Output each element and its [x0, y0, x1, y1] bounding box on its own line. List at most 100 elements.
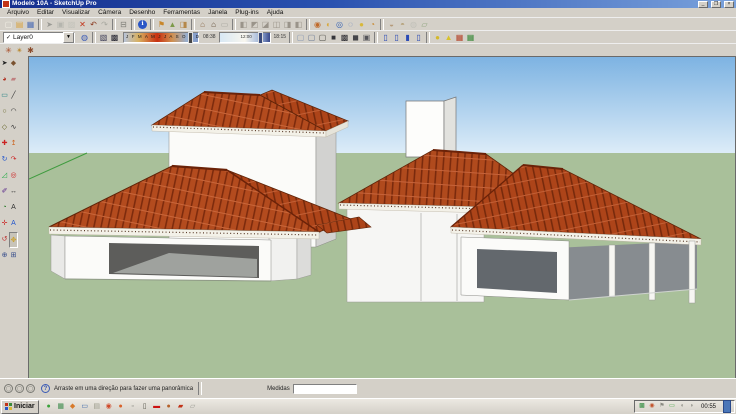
scale-tool-icon[interactable]: ◿	[0, 168, 9, 184]
layer-dropdown[interactable]: ✓ Layer0 ▼	[3, 31, 75, 43]
zoom-extents-icon[interactable]: ●	[356, 19, 367, 30]
safely-remove-icon[interactable]: ◖	[678, 402, 686, 411]
gpu-tray-icon[interactable]: ▩	[638, 402, 646, 411]
small-app-icon[interactable]: ▫	[128, 402, 138, 412]
wireframe-style-icon[interactable]: ▢	[306, 32, 317, 43]
sandbox-from-scratch-icon[interactable]: ✴	[14, 45, 25, 56]
section-outline-toggle-icon[interactable]: ▯	[413, 32, 424, 43]
menu-item-ferramentas[interactable]: Ferramentas	[159, 8, 204, 17]
right-view-icon[interactable]: ◫	[271, 19, 282, 30]
rotate-tool-icon[interactable]: ↻	[0, 152, 9, 168]
section-fill-toggle-icon[interactable]: ▮	[402, 32, 413, 43]
arc-tool-icon[interactable]: ◠	[9, 104, 18, 120]
left-view-icon[interactable]: ◧	[293, 19, 304, 30]
previous-view-icon[interactable]: ⌂	[197, 19, 208, 30]
save-icon[interactable]: ▦	[25, 19, 36, 30]
chrome-tray-icon[interactable]: ◉	[648, 402, 656, 411]
claim-credit-icon[interactable]: ◯	[26, 384, 35, 393]
section-plane-icon[interactable]: ▱	[419, 19, 430, 30]
paint-bucket-tool-icon[interactable]: ◕	[0, 72, 9, 88]
sandbox-from-contours-icon[interactable]: ✳	[3, 45, 14, 56]
move-tool-icon[interactable]: ✚	[0, 136, 9, 152]
xray-style-icon[interactable]: ▢	[295, 32, 306, 43]
zoom-icon[interactable]: ◎	[334, 19, 345, 30]
smoove-icon[interactable]: ✱	[25, 45, 36, 56]
explorer-folder-icon[interactable]: ▤	[92, 402, 102, 412]
chevron-down-icon[interactable]: ▼	[63, 31, 74, 43]
shadows-toggle-icon[interactable]: ●	[432, 32, 443, 43]
orbit-icon[interactable]: ◉	[312, 19, 323, 30]
undo-icon[interactable]: ↶	[88, 19, 99, 30]
shaded-style-icon[interactable]: ■	[328, 32, 339, 43]
previous-camera-icon[interactable]: ◔	[367, 19, 378, 30]
shadow-date-slider[interactable]: J F M A M J J A S O N D	[123, 31, 199, 44]
menu-item-plugins[interactable]: Plug-ins	[231, 8, 262, 17]
shadow-toggle-icon[interactable]: ▩	[109, 32, 120, 43]
print-icon[interactable]: ⊟	[118, 19, 129, 30]
select-tool-icon[interactable]: ➤	[0, 56, 9, 72]
pan-tool-icon[interactable]: ✥	[9, 232, 18, 248]
media-player-icon[interactable]: ●	[44, 402, 54, 412]
select-arrow-icon[interactable]: ➤	[44, 19, 55, 30]
copy-icon[interactable]: ▣	[55, 19, 66, 30]
new-file-icon[interactable]: ▢	[3, 19, 14, 30]
push-pull-tool-icon[interactable]: ↥	[9, 136, 18, 152]
walk-icon[interactable]: ◍	[408, 19, 419, 30]
hidden-line-style-icon[interactable]: ▢	[317, 32, 328, 43]
volume-icon[interactable]: ◗	[688, 402, 696, 411]
rectangle-tool-icon[interactable]: ▭	[0, 88, 9, 104]
freehand-tool-icon[interactable]: ∿	[9, 120, 18, 136]
tape-measure-tool-icon[interactable]: ✐	[0, 184, 9, 200]
my-computer-icon[interactable]: ▭	[80, 402, 90, 412]
colors-palette-icon[interactable]: ▦	[465, 32, 476, 43]
flag-tray-icon[interactable]: ⚑	[658, 402, 666, 411]
home-view-icon[interactable]: ⌂	[208, 19, 219, 30]
iso-view-icon[interactable]: ◧	[238, 19, 249, 30]
open-folder-icon[interactable]: ▤	[14, 19, 25, 30]
orbit-tool-icon[interactable]: ↺	[0, 232, 9, 248]
fog-toggle-icon[interactable]: ▲	[443, 32, 454, 43]
spreadsheet-icon[interactable]: ▦	[56, 402, 66, 412]
dimension-tool-icon[interactable]: ↔	[9, 184, 18, 200]
scene-icon[interactable]: ▭	[219, 19, 230, 30]
polygon-tool-icon[interactable]: ◇	[0, 120, 9, 136]
display-tray-icon[interactable]: ▭	[668, 402, 676, 411]
credits-icon[interactable]: ◯	[15, 384, 24, 393]
zoom-tool-icon[interactable]: ⊕	[0, 248, 9, 264]
firefox-icon[interactable]: ●	[164, 402, 174, 412]
shadow-time-slider[interactable]: 12:00	[218, 31, 271, 44]
styles-palette-icon[interactable]: ▦	[454, 32, 465, 43]
follow-me-tool-icon[interactable]: ↷	[9, 152, 18, 168]
axes-tool-icon[interactable]: ✛	[0, 216, 9, 232]
line-tool-icon[interactable]: ╱	[9, 88, 18, 104]
textured-style-icon[interactable]: ▩	[339, 32, 350, 43]
maximize-button[interactable]: ❐	[711, 0, 721, 8]
back-edges-style-icon[interactable]: ▣	[361, 32, 372, 43]
back-view-icon[interactable]: ◨	[282, 19, 293, 30]
date-slider-handle[interactable]	[187, 31, 193, 44]
start-button[interactable]: Iniciar	[1, 399, 39, 414]
checklist-app-icon[interactable]: ▰	[176, 402, 186, 412]
offset-tool-icon[interactable]: ◎	[9, 168, 18, 184]
zoom-window-icon[interactable]: ◌	[345, 19, 356, 30]
chrome-icon[interactable]: ◉	[104, 402, 114, 412]
paste-icon[interactable]: ▨	[66, 19, 77, 30]
show-desktop-edge[interactable]	[723, 400, 731, 413]
3d-viewport[interactable]	[28, 56, 736, 379]
menu-item-arquivo[interactable]: Arquivo	[3, 8, 33, 17]
add-location-icon[interactable]: ⚑	[156, 19, 167, 30]
3d-text-tool-icon[interactable]: A	[9, 216, 18, 232]
pan-icon[interactable]: ◐	[323, 19, 334, 30]
office-icon[interactable]: ●	[116, 402, 126, 412]
measurements-input[interactable]	[292, 383, 357, 394]
position-camera-icon[interactable]: ◒	[386, 19, 397, 30]
youtube-icon[interactable]: ▬	[152, 402, 162, 412]
menu-item-camera[interactable]: Câmera	[94, 8, 125, 17]
redo-icon[interactable]: ↷	[99, 19, 110, 30]
section-plane-toggle-icon[interactable]: ▯	[380, 32, 391, 43]
notepad-icon[interactable]: ▯	[140, 402, 150, 412]
menu-item-desenho[interactable]: Desenho	[125, 8, 159, 17]
model-info-icon[interactable]: ℹ	[138, 19, 147, 29]
front-view-icon[interactable]: ◪	[260, 19, 271, 30]
monochrome-style-icon[interactable]: ◼	[350, 32, 361, 43]
